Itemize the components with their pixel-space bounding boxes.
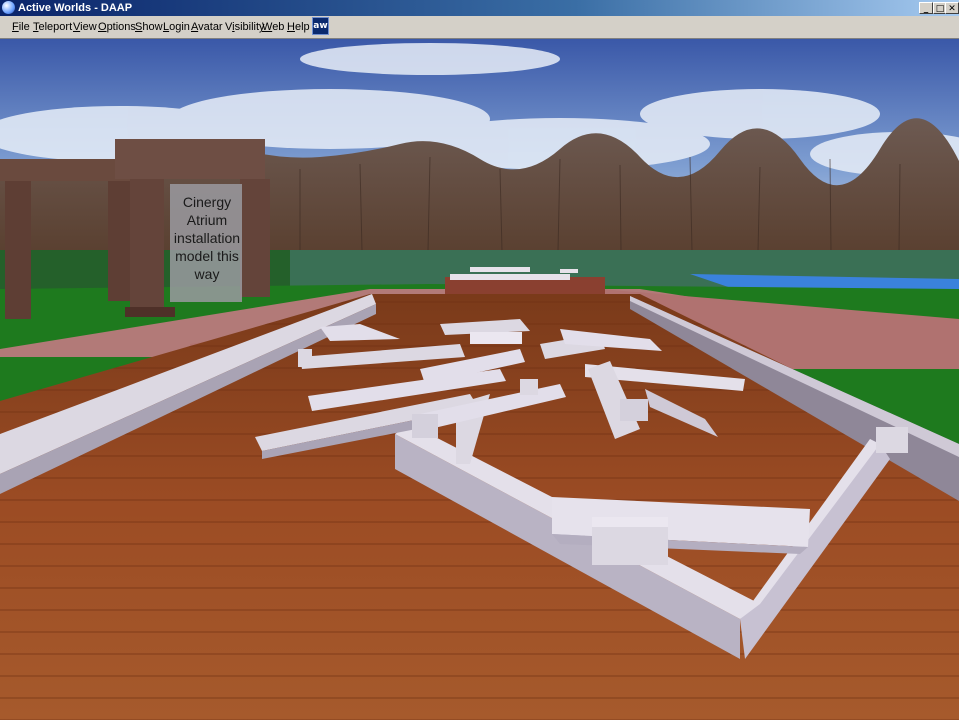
menu-bar: File Teleport View Options Show Login Av… (0, 16, 959, 39)
3d-viewport[interactable]: Cinergy Atrium installation model this w… (0, 39, 959, 720)
close-button[interactable]: ✕ (945, 2, 959, 14)
info-sign: Cinergy Atrium installation model this w… (170, 184, 242, 302)
menu-web[interactable]: Web (262, 21, 284, 33)
sign-line-4: model this (175, 248, 239, 264)
window-title: Active Worlds - DAAP (18, 2, 133, 14)
app-window: Active Worlds - DAAP _ □ ✕ File Teleport… (0, 0, 959, 720)
aw-logo-button[interactable]: aw (312, 17, 329, 35)
menu-show[interactable]: Show (135, 21, 163, 33)
menu-file[interactable]: File (12, 21, 30, 33)
menu-help[interactable]: Help (287, 21, 310, 33)
title-bar[interactable]: Active Worlds - DAAP _ □ ✕ (0, 0, 959, 16)
menu-teleport[interactable]: Teleport (33, 21, 72, 33)
sign-line-5: way (194, 266, 220, 282)
menu-options[interactable]: Options (98, 21, 136, 33)
globe-icon (2, 1, 15, 14)
menu-login[interactable]: Login (163, 21, 190, 33)
minimize-button[interactable]: _ (919, 2, 933, 14)
scene-render: Cinergy Atrium installation model this w… (0, 39, 959, 720)
sign-line-1: Cinergy (183, 194, 231, 210)
sign-line-3: installation (174, 230, 240, 246)
menu-view[interactable]: View (73, 21, 97, 33)
menu-visibility[interactable]: Visibility (225, 21, 265, 33)
sign-line-2: Atrium (187, 212, 227, 228)
menu-avatar[interactable]: Avatar (191, 21, 223, 33)
